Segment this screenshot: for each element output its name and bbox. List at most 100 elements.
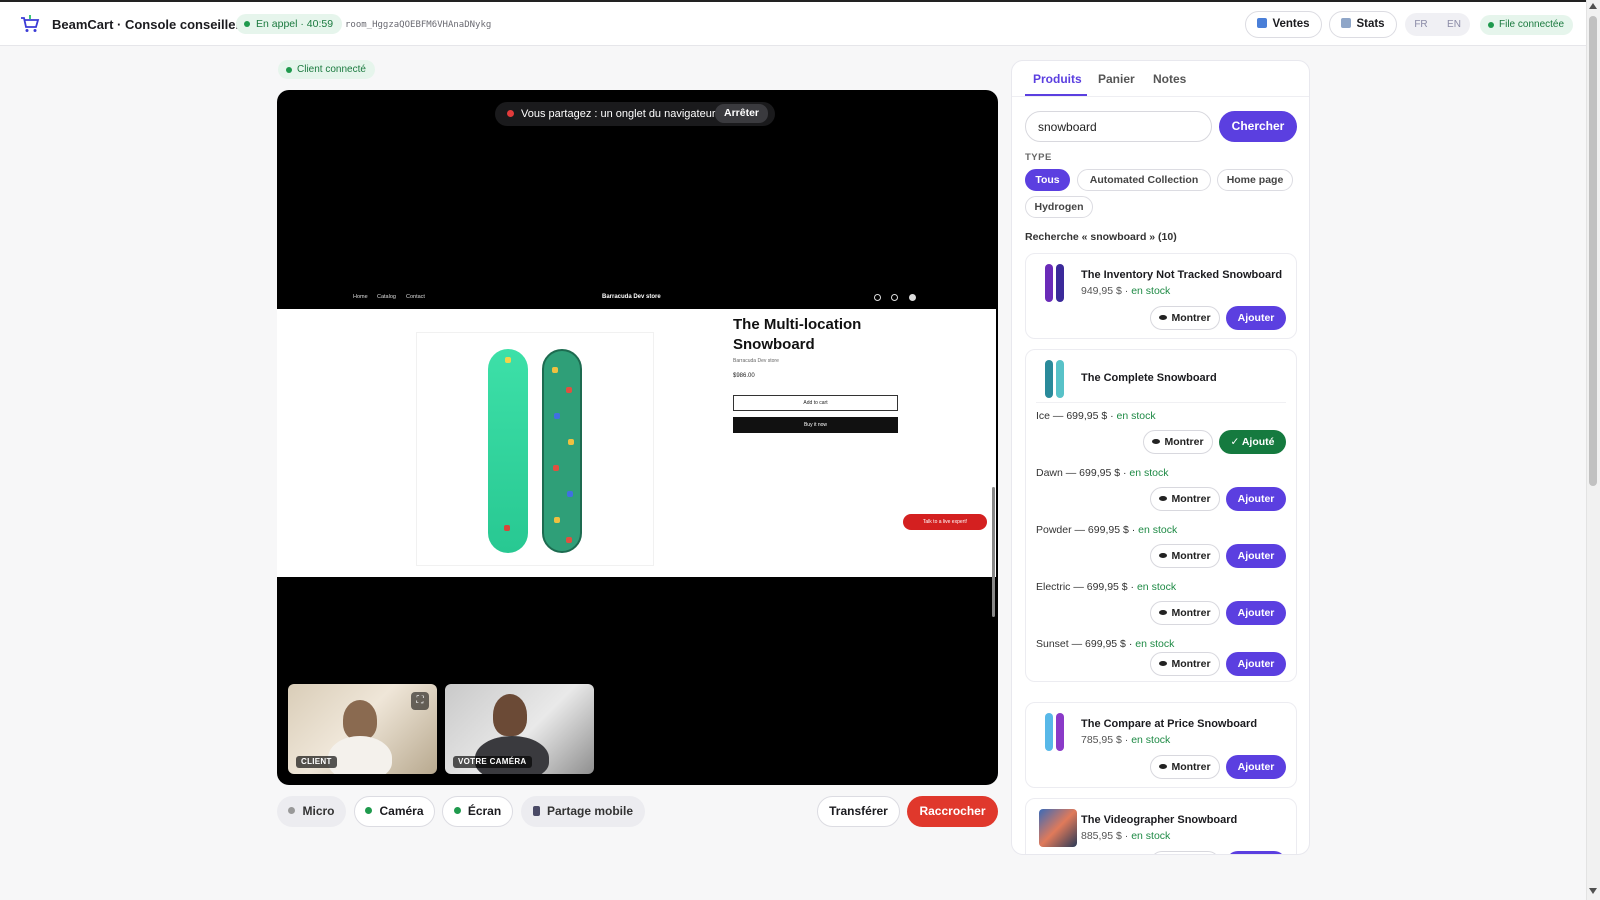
- product-title: The Complete Snowboard: [1081, 372, 1217, 384]
- add-product-button[interactable]: Ajouter: [1226, 306, 1286, 330]
- eye-icon: [1159, 496, 1168, 501]
- tab-products[interactable]: Produits: [1033, 72, 1082, 86]
- stats-button[interactable]: Stats: [1329, 11, 1397, 38]
- shared-scrollbar: [992, 487, 995, 617]
- product-title: The Compare at Price Snowboard: [1081, 718, 1258, 730]
- shop-cart-icon: [909, 294, 916, 301]
- result-count: Recherche « snowboard » (10): [1025, 231, 1177, 243]
- add-to-cart-button: Add to cart: [733, 395, 898, 411]
- eye-icon: [1152, 439, 1161, 444]
- product-search-input[interactable]: [1025, 111, 1212, 142]
- add-variant-button[interactable]: Ajouter: [1226, 652, 1286, 676]
- sales-button[interactable]: Ventes: [1245, 11, 1322, 38]
- client-body: [328, 736, 392, 774]
- add-variant-button[interactable]: Ajouter: [1226, 544, 1286, 568]
- show-variant-button[interactable]: Montrer: [1143, 430, 1213, 454]
- shared-screen: Home Catalog Contact Barracuda Dev store: [277, 287, 996, 617]
- client-tile-label: CLIENT: [296, 756, 337, 768]
- variant-row: Dawn — 699,95 $ · en stock: [1036, 467, 1169, 479]
- stock-status: en stock: [1131, 285, 1171, 297]
- product-card: The Inventory Not Tracked Snowboard 949,…: [1025, 253, 1297, 339]
- screen-button[interactable]: Écran: [442, 796, 513, 827]
- variant-row: Electric — 699,95 $ · en stock: [1036, 581, 1177, 593]
- recording-dot-icon: [507, 110, 514, 117]
- agent-body: [475, 736, 549, 774]
- top-bar: BeamCart · Console conseiller En appel ·…: [0, 0, 1586, 46]
- camera-button[interactable]: Caméra: [354, 796, 435, 827]
- product-price: 885,95 $ · en stock: [1081, 830, 1171, 842]
- snowboard-back: [542, 349, 582, 553]
- add-product-button[interactable]: Ajouter: [1226, 851, 1286, 854]
- divider: [1036, 402, 1286, 403]
- phone-icon: [532, 806, 540, 816]
- live-expert-button: Talk to a live expert!: [903, 514, 987, 530]
- filter-chip-hydrogen[interactable]: Hydrogen: [1025, 196, 1093, 218]
- stats-label: Stats: [1356, 18, 1385, 30]
- stop-share-button[interactable]: Arrêter: [715, 104, 769, 123]
- tab-notes[interactable]: Notes: [1153, 72, 1186, 86]
- search-button[interactable]: Chercher: [1219, 111, 1297, 142]
- lang-en-button[interactable]: EN: [1438, 13, 1470, 36]
- filter-chip-automated-collection[interactable]: Automated Collection: [1077, 169, 1211, 191]
- show-product-button[interactable]: Montrer: [1150, 851, 1220, 854]
- product-title: The Videographer Snowboard: [1081, 814, 1238, 826]
- queue-status-badge: File connectée: [1480, 15, 1574, 35]
- scrollbar-thumb[interactable]: [1589, 16, 1597, 486]
- mobile-share-label: Partage mobile: [546, 804, 634, 818]
- show-variant-button[interactable]: Montrer: [1150, 601, 1220, 625]
- app-title: BeamCart · Console conseiller: [52, 17, 241, 32]
- client-video-tile[interactable]: ⛶ CLIENT: [288, 684, 437, 774]
- bar-chart-icon: [1257, 18, 1268, 28]
- shop-search-icon: [874, 294, 881, 301]
- call-status-badge: En appel · 40:59: [236, 14, 343, 34]
- variant-row: Sunset — 699,95 $ · en stock: [1036, 638, 1175, 650]
- stock-status: en stock: [1131, 830, 1171, 842]
- hangup-button[interactable]: Raccrocher: [907, 796, 998, 827]
- eye-icon: [1159, 764, 1168, 769]
- scroll-up-icon[interactable]: [1589, 3, 1597, 9]
- product-thumbnail: [1039, 264, 1071, 302]
- show-variant-button[interactable]: Montrer: [1150, 652, 1220, 676]
- add-variant-button[interactable]: Ajouter: [1226, 601, 1286, 625]
- product-card: The Compare at Price Snowboard 785,95 $ …: [1025, 702, 1297, 788]
- scroll-down-icon[interactable]: [1589, 888, 1597, 894]
- shop-nav: Home Catalog Contact Barracuda Dev store: [277, 287, 996, 309]
- lang-fr-button[interactable]: FR: [1405, 13, 1437, 36]
- eye-icon: [1159, 315, 1168, 320]
- expand-icon[interactable]: ⛶: [411, 692, 429, 710]
- tabs-divider: [1012, 96, 1309, 97]
- screen-label: Écran: [467, 804, 502, 818]
- cart-logo-icon: [21, 15, 40, 32]
- filter-chip-home-page[interactable]: Home page: [1217, 169, 1293, 191]
- tab-cart[interactable]: Panier: [1098, 72, 1135, 86]
- mic-button[interactable]: Micro: [277, 796, 346, 827]
- variant-added-button[interactable]: ✓ Ajouté: [1219, 430, 1286, 454]
- shop-account-icon: [891, 294, 898, 301]
- sales-label: Ventes: [1272, 18, 1310, 30]
- add-variant-button[interactable]: Ajouter: [1226, 487, 1286, 511]
- product-panel: Produits Panier Notes Chercher TYPE Tous…: [1011, 60, 1310, 855]
- language-switch: FR EN: [1405, 13, 1470, 36]
- self-tile-label: VOTRE CAMÉRA: [453, 756, 532, 768]
- eye-icon: [1159, 661, 1168, 666]
- show-product-button[interactable]: Montrer: [1150, 306, 1220, 330]
- screen-status-dot: [453, 807, 461, 814]
- transfer-button[interactable]: Transférer: [817, 796, 900, 827]
- self-video-tile[interactable]: VOTRE CAMÉRA: [445, 684, 594, 774]
- product-thumbnail: [1039, 713, 1071, 751]
- agent-head: [493, 694, 527, 736]
- eye-icon: [1159, 553, 1168, 558]
- show-variant-button[interactable]: Montrer: [1150, 487, 1220, 511]
- product-title: The Inventory Not Tracked Snowboard: [1081, 269, 1283, 281]
- mobile-share-button[interactable]: Partage mobile: [521, 796, 645, 827]
- eye-icon: [1159, 610, 1168, 615]
- filter-chip-all[interactable]: Tous: [1025, 169, 1070, 191]
- add-product-button[interactable]: Ajouter: [1226, 755, 1286, 779]
- variant-row: Ice — 699,95 $ · en stock: [1036, 410, 1156, 422]
- snowboard-front: [488, 349, 528, 553]
- show-variant-button[interactable]: Montrer: [1150, 544, 1220, 568]
- show-product-button[interactable]: Montrer: [1150, 755, 1220, 779]
- share-text: Vous partagez : un onglet du navigateur: [521, 108, 716, 120]
- product-thumbnail: [1039, 360, 1071, 398]
- product-vendor: Barracuda Dev store: [733, 358, 779, 364]
